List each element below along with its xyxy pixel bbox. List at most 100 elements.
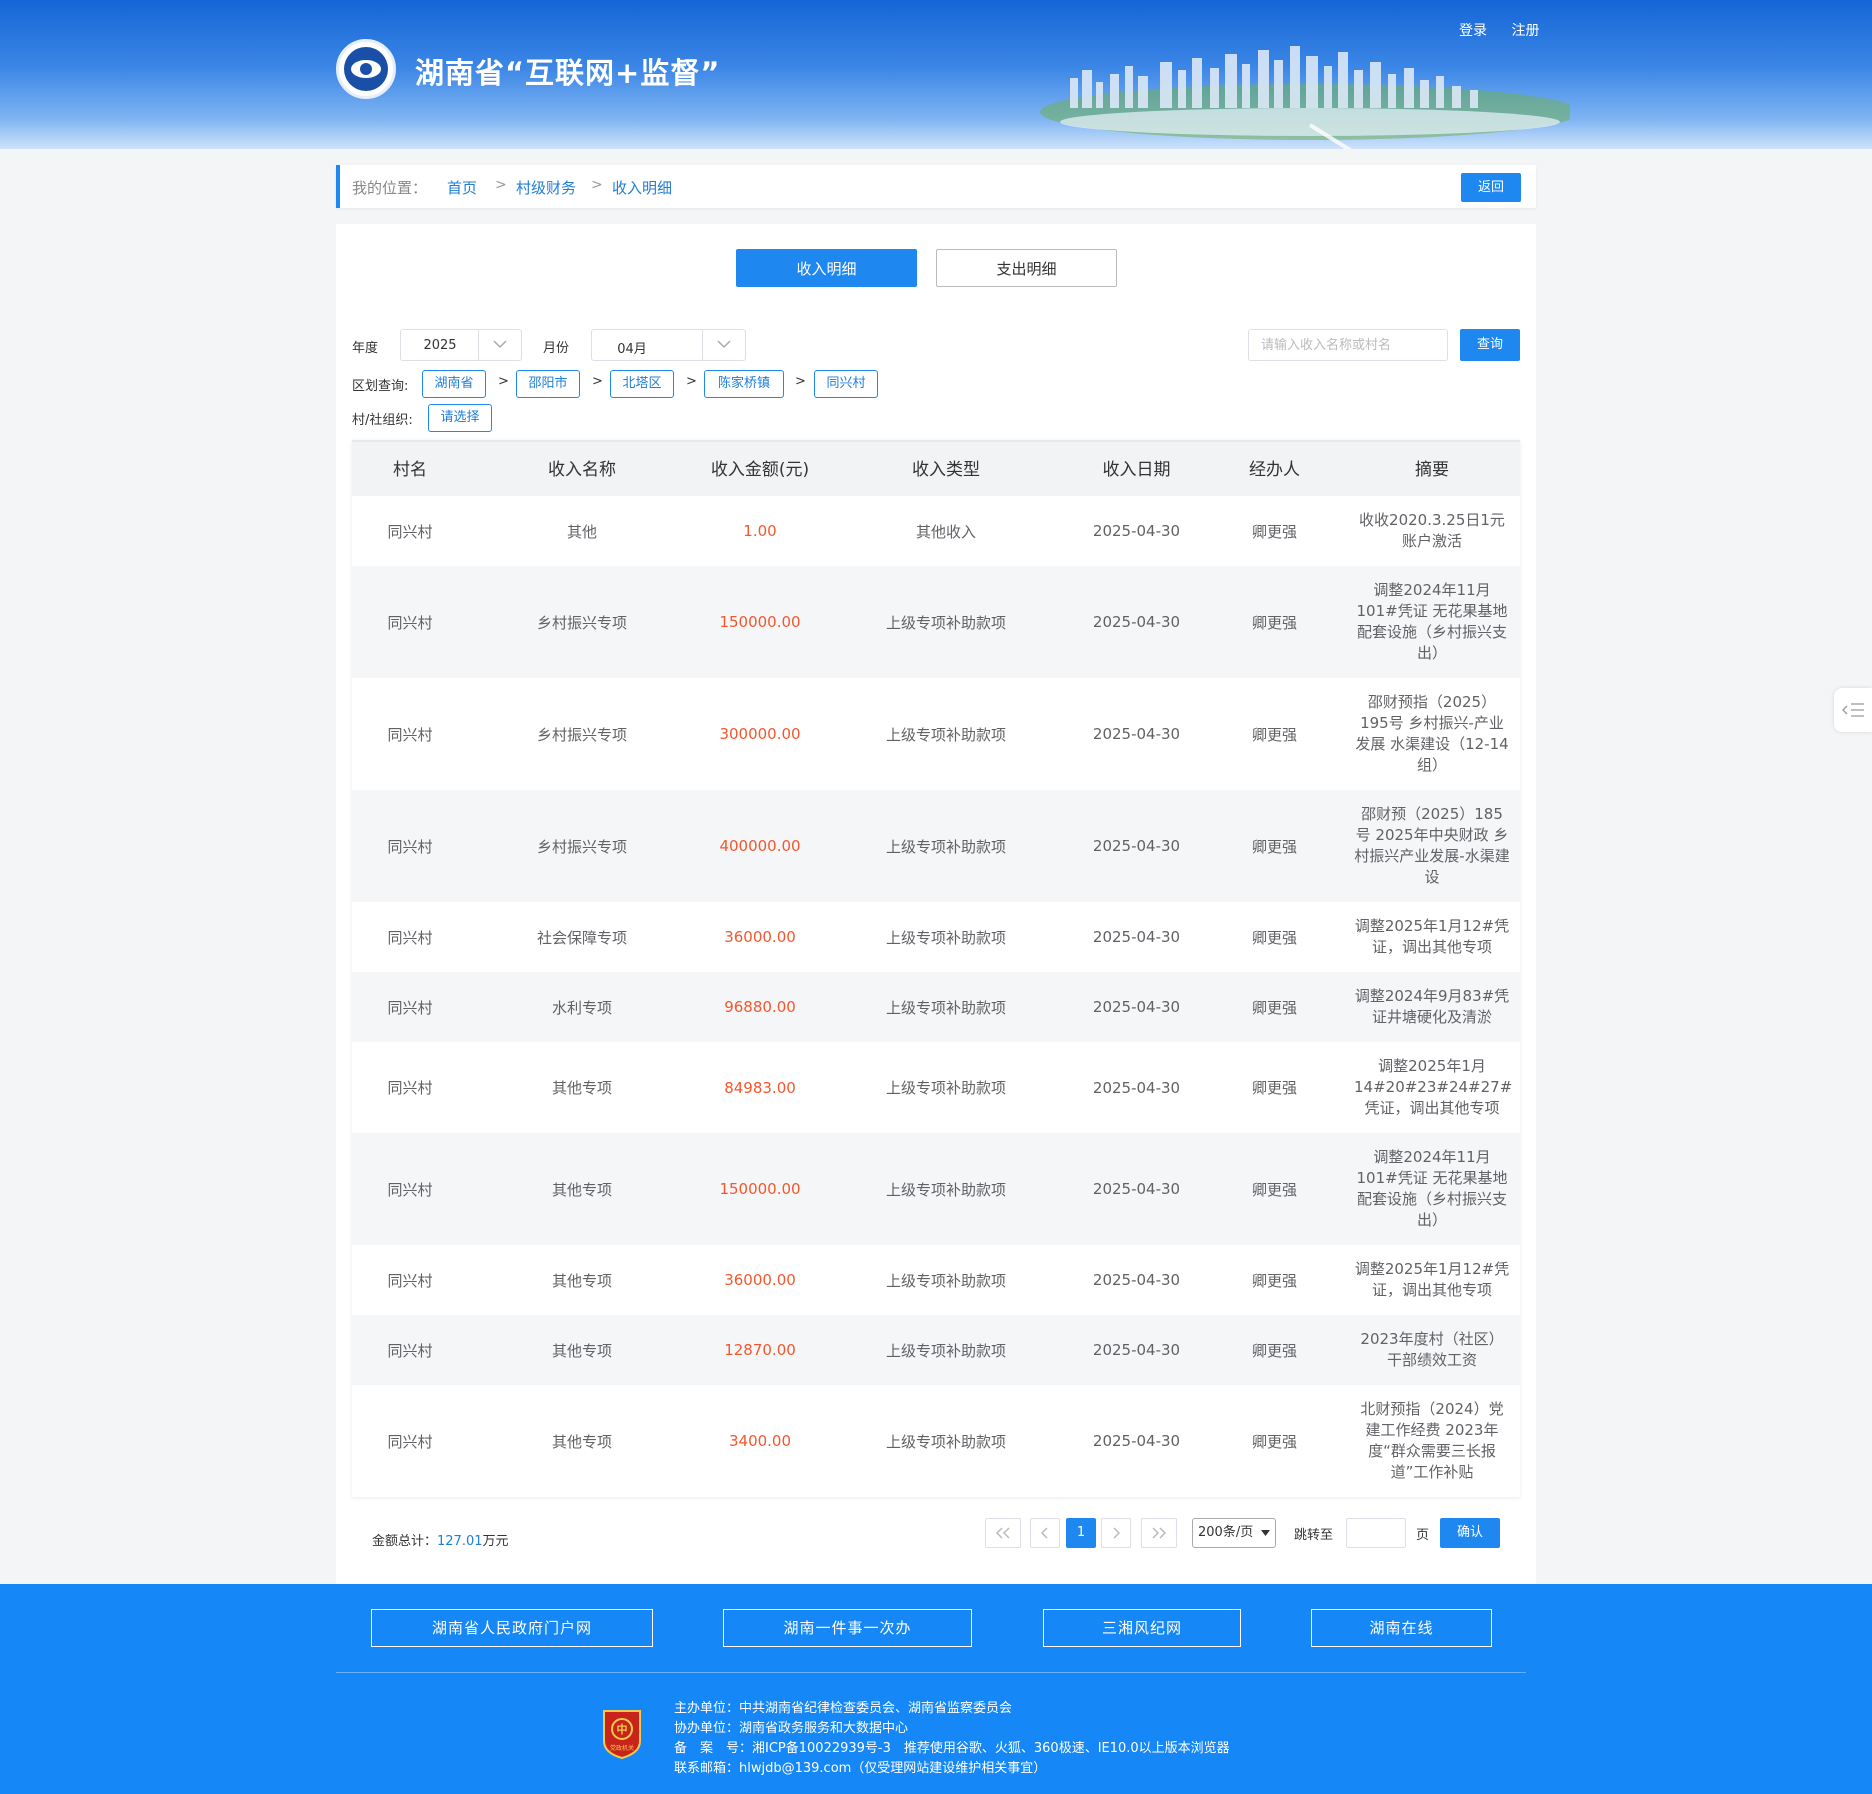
query-button[interactable]: 查询 xyxy=(1460,329,1520,361)
month-value: 04月 xyxy=(617,342,647,357)
org-select[interactable]: 请选择 xyxy=(428,404,492,432)
site-logo[interactable] xyxy=(336,39,396,99)
badge-text: 党政机关 xyxy=(610,1744,634,1752)
income-name: 乡村振兴专项 xyxy=(536,725,627,744)
jump-page-input[interactable] xyxy=(1346,1518,1406,1548)
village-name: 同兴村 xyxy=(387,613,433,632)
breadcrumb-home[interactable]: 首页 xyxy=(447,177,477,198)
page-number-current[interactable]: 1 xyxy=(1066,1518,1096,1548)
footer-icp: 备 案 号：湘ICP备10022939号-3 推荐使用谷歌、火狐、360极速、I… xyxy=(674,1741,1230,1756)
total-value: 127.01 xyxy=(437,1534,483,1549)
column-header: 摘要 xyxy=(1415,460,1449,480)
tab-expense-detail[interactable]: 支出明细 xyxy=(936,249,1117,287)
village-name: 同兴村 xyxy=(387,725,433,744)
income-summary: 调整2024年11月101#凭证 无花果基地配套设施（乡村振兴支出） xyxy=(1356,581,1508,662)
column-header: 村名 xyxy=(393,460,427,480)
year-select[interactable]: 2025 xyxy=(400,329,522,361)
income-type: 上级专项补助款项 xyxy=(885,837,1006,856)
income-name: 其他专项 xyxy=(551,1432,612,1451)
income-summary: 邵财预指（2025）195号 乡村振兴-产业发展 水渠建设（12-14组） xyxy=(1355,693,1509,774)
jump-confirm-button[interactable]: 确认 xyxy=(1440,1518,1500,1548)
income-date: 2025-04-30 xyxy=(1092,998,1181,1016)
income-type: 上级专项补助款项 xyxy=(885,998,1006,1017)
first-page-button[interactable] xyxy=(985,1518,1021,1548)
prev-page-button[interactable] xyxy=(1030,1518,1060,1548)
column-header: 收入类型 xyxy=(912,460,980,480)
region-tag-district[interactable]: 北塔区 xyxy=(610,370,674,398)
login-link[interactable]: 登录 xyxy=(1459,23,1487,39)
site-header: 湖南省“互联网+监督” 登录 注册 xyxy=(0,0,1872,149)
footer-host: 主办单位：中共湖南省纪律检查委员会、湖南省监察委员会 xyxy=(674,1701,1013,1716)
village-name: 同兴村 xyxy=(387,928,433,947)
site-title: 湖南省“互联网+监督” xyxy=(415,56,721,90)
party-government-badge[interactable]: 中 党政机关 xyxy=(601,1707,643,1759)
table-row: 同兴村 社会保障专项 36000.00 上级专项补助款项 2025-04-30 卿更强 调整… xyxy=(352,902,1520,972)
village-name: 同兴村 xyxy=(387,998,433,1017)
page-size-select[interactable]: 200条/页 xyxy=(1192,1518,1276,1548)
handler-name: 卿更强 xyxy=(1251,998,1297,1017)
income-summary: 调整2025年1月12#凭证，调出其他专项 xyxy=(1354,1260,1510,1299)
income-date: 2025-04-30 xyxy=(1092,1432,1181,1450)
column-header: 收入名称 xyxy=(548,460,616,480)
income-amount: 1.00 xyxy=(743,522,777,540)
search-input[interactable] xyxy=(1248,329,1448,361)
footer-link-gov-portal[interactable]: 湖南省人民政府门户网 xyxy=(371,1609,653,1647)
table-row: 同兴村 水利专项 96880.00 上级专项补助款项 2025-04-30 卿更强 调整20… xyxy=(352,972,1520,1042)
total-unit: 万元 xyxy=(482,1534,509,1549)
page-unit-label: 页 xyxy=(1416,1528,1430,1543)
back-button[interactable]: 返回 xyxy=(1461,173,1521,202)
handler-name: 卿更强 xyxy=(1251,1432,1297,1451)
total-label: 金额总计： xyxy=(372,1534,438,1549)
income-date: 2025-04-30 xyxy=(1092,1180,1181,1198)
amount-total: 金额总计：127.01万元 xyxy=(372,1530,509,1549)
region-tag-village[interactable]: 同兴村 xyxy=(814,370,878,398)
chevron-down-icon xyxy=(717,340,731,349)
income-date: 2025-04-30 xyxy=(1092,1341,1181,1359)
village-name: 同兴村 xyxy=(387,522,433,541)
income-name: 乡村振兴专项 xyxy=(536,837,627,856)
income-name: 其他专项 xyxy=(551,1079,612,1097)
income-summary: 调整2024年9月83#凭证井塘硬化及清淤 xyxy=(1354,987,1510,1026)
tab-income-detail[interactable]: 收入明细 xyxy=(736,249,917,287)
income-name: 乡村振兴专项 xyxy=(536,613,627,632)
table-row: 同兴村 其他专项 150000.00 上级专项补助款项 2025-04-30 卿更强 调整2… xyxy=(352,1133,1520,1245)
region-tag-city[interactable]: 邵阳市 xyxy=(516,370,580,398)
handler-name: 卿更强 xyxy=(1251,1079,1297,1097)
table-row: 同兴村 其他 1.00 其他收入 2025-04-30 卿更强 收收2020.3.25日1元… xyxy=(352,496,1520,566)
income-date: 2025-04-30 xyxy=(1092,522,1181,540)
income-name: 其他专项 xyxy=(551,1271,612,1290)
income-date: 2025-04-30 xyxy=(1092,1078,1181,1097)
income-date: 2025-04-30 xyxy=(1092,837,1181,855)
region-tag-town[interactable]: 陈家桥镇 xyxy=(704,370,784,398)
breadcrumb-income-detail[interactable]: 收入明细 xyxy=(612,177,672,198)
last-page-button[interactable] xyxy=(1141,1518,1177,1548)
income-date: 2025-04-30 xyxy=(1092,613,1181,631)
income-amount: 12870.00 xyxy=(724,1341,796,1359)
income-type: 上级专项补助款项 xyxy=(885,725,1006,744)
footer-link-one-thing[interactable]: 湖南一件事一次办 xyxy=(723,1609,972,1647)
city-skyline-banner xyxy=(1040,46,1570,149)
next-page-button[interactable] xyxy=(1101,1518,1131,1548)
year-label: 年度 xyxy=(352,341,379,356)
column-header: 经办人 xyxy=(1249,460,1300,480)
income-type: 上级专项补助款项 xyxy=(885,1432,1006,1451)
table-row: 同兴村 其他专项 84983.00 上级专项补助款项 2025-04-30 卿更强 调整20… xyxy=(352,1042,1520,1133)
village-name: 同兴村 xyxy=(387,1432,433,1451)
income-amount: 300000.00 xyxy=(719,725,801,743)
month-select[interactable]: 04月 xyxy=(591,329,746,361)
register-link[interactable]: 注册 xyxy=(1511,23,1539,39)
side-menu-toggle[interactable] xyxy=(1834,688,1872,732)
handler-name: 卿更强 xyxy=(1251,613,1297,632)
breadcrumb-village-finance[interactable]: 村级财务 xyxy=(516,177,576,198)
breadcrumb-label: 我的位置： xyxy=(352,179,428,197)
footer-email: 联系邮箱：hlwjdb@139.com（仅受理网站建设维护相关事宜） xyxy=(674,1761,1047,1776)
column-header: 收入日期 xyxy=(1102,460,1171,480)
column-header: 收入金额(元) xyxy=(710,460,810,480)
income-summary: 调整2024年11月101#凭证 无花果基地配套设施（乡村振兴支出） xyxy=(1356,1148,1508,1229)
income-amount: 36000.00 xyxy=(724,1271,796,1289)
footer-link-hunan-online[interactable]: 湖南在线 xyxy=(1311,1609,1492,1647)
region-tag-province[interactable]: 湖南省 xyxy=(422,370,486,398)
footer-link-sanxiang[interactable]: 三湘风纪网 xyxy=(1043,1609,1241,1647)
chevron-left-icon xyxy=(1040,1527,1048,1539)
income-amount: 36000.00 xyxy=(724,928,796,946)
